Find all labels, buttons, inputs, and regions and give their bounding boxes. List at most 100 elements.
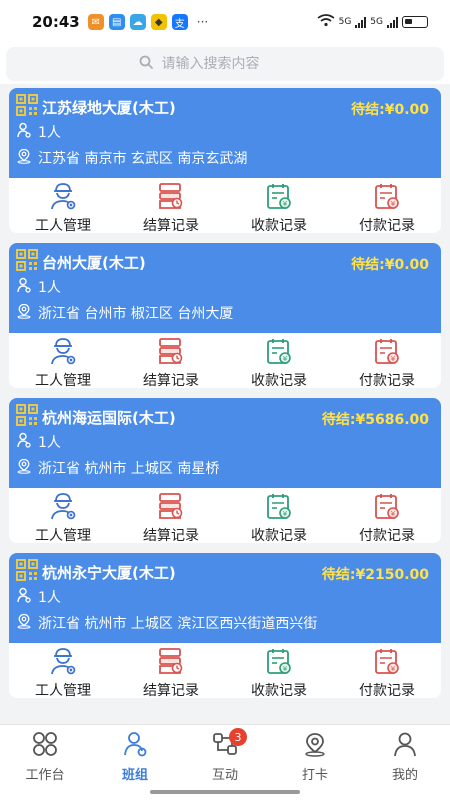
action-label: 收款记录: [251, 218, 307, 233]
payment-records-icon: ¥: [371, 182, 403, 214]
worker-count: 1人: [38, 125, 61, 141]
action-label: 结算记录: [143, 373, 199, 388]
network-type-label-2: 5G: [370, 17, 383, 27]
project-actions: 工人管理 结算记录 ¥ 收款记录 ¥ 付款记录: [9, 178, 441, 233]
person-icon: [391, 731, 419, 761]
alipay-app-icon: 支: [171, 14, 188, 30]
project-title: 杭州永宁大厦(木工): [42, 563, 176, 582]
project-card[interactable]: 杭州永宁大厦(木工) 待结:¥2150.00 1人 浙江省 杭州市 上城区 滨江…: [9, 553, 441, 698]
receipt-records-icon: ¥: [263, 647, 295, 679]
address-row: 浙江省 台州市 椒江区 台州大厦: [16, 301, 431, 325]
project-card[interactable]: 杭州海运国际(木工) 待结:¥5686.00 1人 浙江省 杭州市 上城区 南星…: [9, 398, 441, 543]
project-address: 浙江省 杭州市 上城区 滨江区西兴街道西兴街: [38, 616, 318, 632]
action-label: 结算记录: [143, 218, 199, 233]
project-actions: 工人管理 结算记录 ¥ 收款记录 ¥ 付款记录: [9, 488, 441, 543]
action-label: 付款记录: [359, 218, 415, 233]
svg-text:¥: ¥: [391, 665, 396, 673]
location-pin-icon: [301, 731, 329, 761]
receipt-records-button[interactable]: ¥ 收款记录: [225, 178, 333, 233]
tab-label: 打卡: [301, 768, 328, 783]
svg-text:¥: ¥: [391, 355, 396, 363]
project-title: 台州大厦(木工): [42, 253, 146, 272]
payment-records-icon: ¥: [371, 647, 403, 679]
action-label: 工人管理: [35, 683, 91, 698]
weather-app-icon: ☁: [129, 14, 146, 30]
project-address: 浙江省 台州市 椒江区 台州大厦: [38, 306, 234, 322]
qr-code-icon[interactable]: [16, 559, 42, 585]
action-label: 付款记录: [359, 683, 415, 698]
worker-management-button[interactable]: 工人管理: [9, 333, 117, 388]
worker-count: 1人: [38, 280, 61, 296]
svg-text:¥: ¥: [283, 200, 288, 208]
search-input[interactable]: [161, 56, 312, 72]
battery-icon: [402, 16, 428, 28]
settlement-records-icon: [155, 337, 187, 369]
project-actions: 工人管理 结算记录 ¥ 收款记录 ¥ 付款记录: [9, 333, 441, 388]
qr-code-icon[interactable]: [16, 404, 42, 430]
qr-code-icon[interactable]: [16, 249, 42, 275]
receipt-records-button[interactable]: ¥ 收款记录: [225, 333, 333, 388]
project-address: 浙江省 杭州市 上城区 南星桥: [38, 461, 220, 477]
settlement-records-button[interactable]: 结算记录: [117, 178, 225, 233]
message-app-icon: ✉: [87, 14, 104, 30]
action-label: 收款记录: [251, 528, 307, 543]
home-indicator: [150, 790, 300, 794]
action-label: 付款记录: [359, 528, 415, 543]
qr-code-icon[interactable]: [16, 94, 42, 120]
project-card-header[interactable]: 杭州海运国际(木工) 待结:¥5686.00 1人 浙江省 杭州市 上城区 南星…: [9, 398, 441, 488]
worker-management-button[interactable]: 工人管理: [9, 488, 117, 543]
receipt-records-button[interactable]: ¥ 收款记录: [225, 488, 333, 543]
settlement-records-button[interactable]: 结算记录: [117, 333, 225, 388]
project-card[interactable]: 台州大厦(木工) 待结:¥0.00 1人 浙江省 台州市 椒江区 台州大厦 工人…: [9, 243, 441, 388]
tab-label: 我的: [391, 768, 418, 783]
worker-management-button[interactable]: 工人管理: [9, 643, 117, 698]
worker-management-button[interactable]: 工人管理: [9, 178, 117, 233]
worker-count: 1人: [38, 590, 61, 606]
receipt-records-icon: ¥: [263, 182, 295, 214]
search-bar-container: [0, 44, 450, 84]
book-app-icon: ▤: [108, 14, 125, 30]
worker-count-row: 1人: [16, 430, 431, 454]
worker-icon: [16, 122, 38, 142]
action-label: 工人管理: [35, 373, 91, 388]
receipt-records-button[interactable]: ¥ 收款记录: [225, 643, 333, 698]
payment-records-button[interactable]: ¥ 付款记录: [333, 178, 441, 233]
worker-management-icon: [47, 337, 79, 369]
network-type-label: 5G: [338, 17, 352, 27]
notification-badge: 3: [229, 728, 247, 746]
receipt-records-icon: ¥: [263, 337, 295, 369]
project-card-header[interactable]: 台州大厦(木工) 待结:¥0.00 1人 浙江省 台州市 椒江区 台州大厦: [9, 243, 441, 333]
project-address: 江苏省 南京市 玄武区 南京玄武湖: [38, 151, 248, 167]
payment-records-button[interactable]: ¥ 付款记录: [333, 488, 441, 543]
tab-interact[interactable]: 3 互动: [180, 725, 270, 800]
bottom-nav: 工作台 班组 3 互动 打卡 我的: [0, 724, 450, 800]
location-icon: [16, 613, 38, 633]
grid-icon: [31, 731, 59, 761]
project-card-header[interactable]: 江苏绿地大厦(木工) 待结:¥0.00 1人 江苏省 南京市 玄武区 南京玄武湖: [9, 88, 441, 178]
svg-text:¥: ¥: [283, 355, 288, 363]
worker-management-icon: [47, 647, 79, 679]
tab-team[interactable]: 班组: [90, 725, 180, 800]
location-icon: [16, 458, 38, 478]
project-card-header[interactable]: 杭州永宁大厦(木工) 待结:¥2150.00 1人 浙江省 杭州市 上城区 滨江…: [9, 553, 441, 643]
settlement-records-icon: [155, 182, 187, 214]
wifi-icon: [317, 14, 335, 30]
payment-records-icon: ¥: [371, 337, 403, 369]
worker-management-icon: [47, 492, 79, 524]
status-bar: 20:43 ✉ ▤ ☁ ◆ 支 ··· 5G 5G: [0, 0, 450, 44]
payment-records-button[interactable]: ¥ 付款记录: [333, 643, 441, 698]
project-card[interactable]: 江苏绿地大厦(木工) 待结:¥0.00 1人 江苏省 南京市 玄武区 南京玄武湖…: [9, 88, 441, 233]
worker-icon: [16, 587, 38, 607]
settlement-records-button[interactable]: 结算记录: [117, 488, 225, 543]
pending-amount: 待结:¥2150.00: [321, 567, 429, 583]
tab-checkin[interactable]: 打卡: [270, 725, 360, 800]
svg-text:¥: ¥: [283, 665, 288, 673]
tab-workbench[interactable]: 工作台: [0, 725, 90, 800]
payment-records-button[interactable]: ¥ 付款记录: [333, 333, 441, 388]
game-app-icon: ◆: [150, 14, 167, 30]
search-bar[interactable]: [6, 47, 444, 81]
more-notifications-icon: ···: [196, 15, 209, 29]
action-label: 结算记录: [143, 683, 199, 698]
settlement-records-button[interactable]: 结算记录: [117, 643, 225, 698]
tab-mine[interactable]: 我的: [360, 725, 450, 800]
